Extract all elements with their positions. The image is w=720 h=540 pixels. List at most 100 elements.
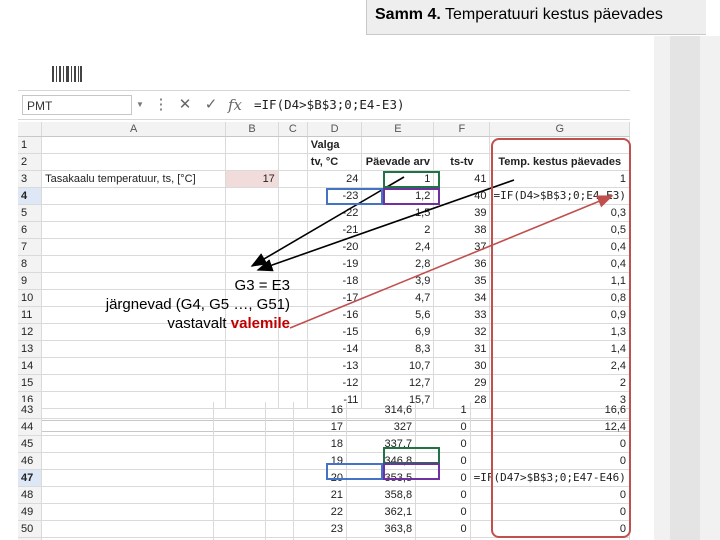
row-header[interactable]: 50 [18,520,43,538]
row-header[interactable]: 12 [18,323,43,341]
name-box-dropdown-icon[interactable]: ▼ [136,97,144,113]
cell-c[interactable] [265,402,294,419]
cell-e[interactable]: 5,6 [361,306,435,324]
row-header[interactable]: 46 [18,452,43,470]
cell-f[interactable]: 32 [433,323,491,341]
cell-f[interactable]: 40 [433,187,491,205]
cell-f[interactable]: 37 [433,238,491,256]
cell-g[interactable]: 0 [470,486,630,504]
cell-f[interactable]: 36 [433,255,491,273]
cell-e[interactable]: 4,7 [361,289,435,307]
cell-a[interactable] [41,187,227,205]
cell-c[interactable] [265,503,294,521]
cell-c[interactable] [265,520,294,538]
cell-d[interactable]: 16 [293,402,347,419]
row-header[interactable]: 4 [18,187,43,205]
cell-a[interactable] [41,402,215,419]
row-header[interactable]: 6 [18,221,43,239]
row-header[interactable]: 10 [18,289,43,307]
cell-e[interactable]: 1,2 [361,187,435,205]
cell-g[interactable]: 0,8 [489,289,630,307]
cell-b[interactable] [213,452,266,470]
cell-b[interactable] [213,486,266,504]
row-header[interactable]: 45 [18,435,43,453]
cell-b[interactable] [213,418,266,436]
formula-input[interactable]: =IF(D4>$B$3;0;E4-E3) [254,95,624,115]
cell-d[interactable]: -12 [307,374,363,392]
cell-b[interactable] [225,221,279,239]
cell-a[interactable] [41,340,227,358]
cell-d[interactable]: -23 [307,187,363,205]
cell-e[interactable]: 2 [361,221,435,239]
cell-g[interactable]: 0,4 [489,238,630,256]
select-all-corner[interactable] [18,122,43,137]
column-header-d[interactable]: D [307,122,363,137]
cell-c[interactable] [265,435,294,453]
cell-f[interactable]: 31 [433,340,491,358]
cell-g[interactable]: 0,9 [489,306,630,324]
row-header[interactable]: 47 [18,469,43,487]
cell-d[interactable]: -14 [307,340,363,358]
cell-b[interactable] [213,435,266,453]
formula-options-icon[interactable]: ⋮ [152,96,170,114]
column-header-b[interactable]: B [225,122,279,137]
row-header[interactable]: 14 [18,357,43,375]
cell-d[interactable]: 19 [293,452,347,470]
cell-d[interactable]: 18 [293,435,347,453]
row-header[interactable]: 3 [18,170,43,188]
column-header-e[interactable]: E [361,122,435,137]
cell-g[interactable]: 1 [489,170,630,188]
cell-e[interactable]: 12,7 [361,374,435,392]
cell-b[interactable] [213,520,266,538]
cell-a[interactable]: Tasakaalu temperatuur, ts, [°C] [41,170,227,188]
cell-c[interactable] [278,136,308,154]
cell-a[interactable] [41,435,215,453]
cell-f[interactable]: ts-tv [433,153,491,171]
column-header-a[interactable]: A [41,122,227,137]
cell-d[interactable]: -19 [307,255,363,273]
cell-a[interactable] [41,357,227,375]
cell-c[interactable] [278,357,308,375]
cell-a[interactable] [41,469,215,487]
cell-c[interactable] [265,452,294,470]
cell-c[interactable] [278,238,308,256]
cell-f[interactable]: 38 [433,221,491,239]
cell-f[interactable]: 0 [415,520,471,538]
cell-f[interactable]: 1 [415,402,471,419]
cell-c[interactable] [278,153,308,171]
row-header[interactable]: 44 [18,418,43,436]
cell-b[interactable] [225,204,279,222]
cell-d[interactable]: -20 [307,238,363,256]
cell-b[interactable] [225,187,279,205]
cell-d[interactable]: tv, °C [307,153,363,171]
cell-b[interactable] [225,238,279,256]
cell-e[interactable]: 358,8 [346,486,417,504]
cell-c[interactable] [278,204,308,222]
cell-f[interactable]: 39 [433,204,491,222]
cell-a[interactable] [41,204,227,222]
cell-f[interactable]: 0 [415,486,471,504]
cell-e[interactable]: 337,7 [346,435,417,453]
column-header-g[interactable]: G [489,122,630,137]
cell-g[interactable]: 0,4 [489,255,630,273]
cell-d[interactable]: 23 [293,520,347,538]
cell-f[interactable]: 29 [433,374,491,392]
cell-f[interactable]: 0 [415,452,471,470]
cell-g[interactable]: 0 [470,520,630,538]
cell-d[interactable]: -13 [307,357,363,375]
cell-b[interactable] [225,340,279,358]
cell-d[interactable]: -21 [307,221,363,239]
row-header[interactable]: 2 [18,153,43,171]
cell-f[interactable]: 30 [433,357,491,375]
cell-b[interactable] [225,136,279,154]
cell-g[interactable]: 12,4 [470,418,630,436]
cell-c[interactable] [265,486,294,504]
cell-g[interactable]: 1,3 [489,323,630,341]
cell-e[interactable]: 2,4 [361,238,435,256]
column-header-f[interactable]: F [433,122,491,137]
cell-b[interactable] [225,357,279,375]
cell-g[interactable]: 1,1 [489,272,630,290]
enter-check-icon[interactable]: ✓ [202,96,220,114]
cell-g[interactable]: 0,5 [489,221,630,239]
cell-a[interactable] [41,503,215,521]
